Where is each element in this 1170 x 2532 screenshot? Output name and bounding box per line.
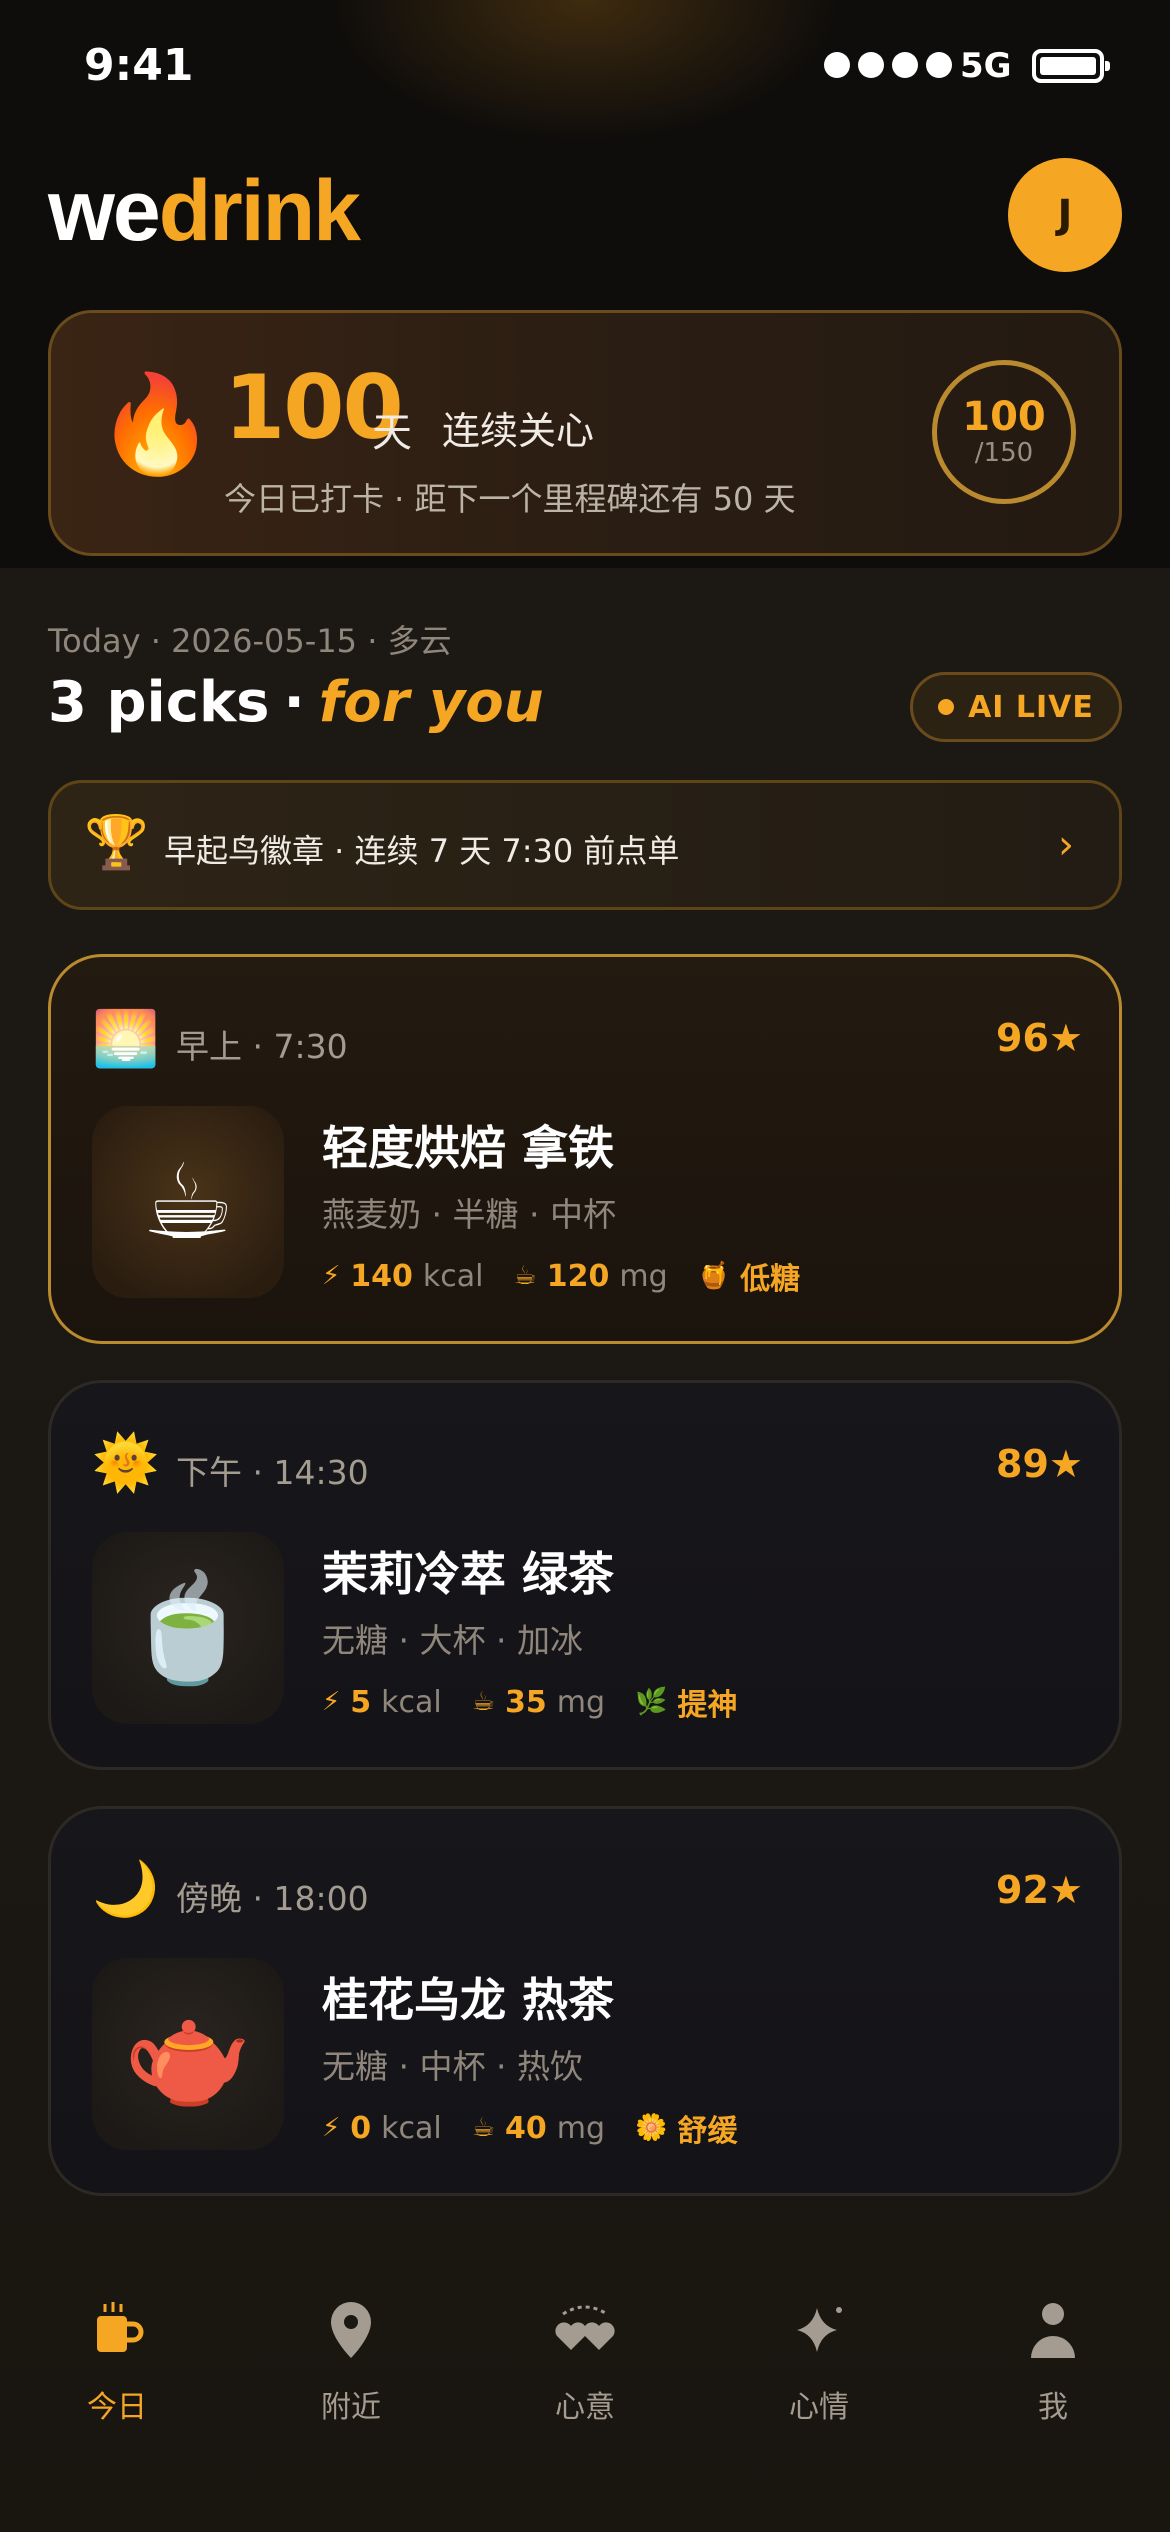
green-tea-icon: 🍵	[92, 1532, 284, 1724]
pick-time: 早上 · 7:30	[176, 1027, 348, 1066]
tab-me[interactable]: 我	[978, 2300, 1128, 2426]
sunrise-icon: 🌅	[92, 1007, 160, 1070]
tab-nearby[interactable]: 附近	[276, 2300, 426, 2426]
milestone-progress-ring: 100 /150	[932, 360, 1076, 504]
herb-icon: 🌿	[635, 1687, 668, 1717]
pick-score: 89★	[996, 1442, 1083, 1486]
pick-desc: 无糖 · 中杯 · 热饮	[322, 2047, 583, 2086]
chevron-right-icon[interactable]: ›	[1058, 822, 1074, 868]
moon-icon: 🌙	[92, 1857, 160, 1920]
tab-mood[interactable]: 心情	[744, 2300, 894, 2426]
coffee-cup-icon	[89, 2300, 145, 2364]
pick-name: 茉莉冷萃 绿茶	[322, 1547, 615, 1601]
lightning-icon: ⚡	[322, 1261, 341, 1291]
battery-icon	[1032, 49, 1110, 83]
streak-subtitle: 今日已打卡 · 距下一个里程碑还有 50 天	[224, 480, 796, 518]
sparkle-icon	[791, 2300, 847, 2364]
cup-icon: ☕	[471, 1687, 496, 1717]
picks-title: 3 picks · for you	[48, 670, 544, 735]
lightning-icon: ⚡	[322, 1687, 341, 1717]
milestone-total: /150	[974, 438, 1034, 468]
pick-stats: ⚡ 5 kcal ☕ 35 mg 🌿 提神	[322, 1684, 738, 1724]
hearts-icon	[553, 2300, 617, 2364]
teapot-icon: 🫖	[92, 1958, 284, 2150]
sun-icon: 🌞	[92, 1431, 160, 1494]
tab-today[interactable]: 今日	[42, 2300, 192, 2426]
streak-unit: 天	[372, 410, 412, 456]
pick-score: 96★	[996, 1016, 1083, 1060]
milestone-current: 100	[962, 394, 1046, 440]
pick-desc: 燕麦奶 · 半糖 · 中杯	[322, 1195, 616, 1234]
avatar[interactable]: J	[1008, 158, 1122, 272]
ai-live-badge[interactable]: AI LIVE	[910, 672, 1122, 742]
person-icon	[1027, 2300, 1079, 2364]
location-pin-icon	[327, 2300, 375, 2364]
live-dot-icon	[938, 699, 955, 715]
cup-icon: ☕	[513, 1261, 537, 1291]
pick-desc: 无糖 · 大杯 · 加冰	[322, 1621, 583, 1660]
date-weather-line: Today · 2026-05-15 · 多云	[48, 622, 452, 660]
signal-icon	[824, 52, 952, 78]
pick-stats: ⚡ 0 kcal ☕ 40 mg 🌼 舒缓	[322, 2110, 738, 2150]
streak-label: 连续关心	[442, 409, 595, 453]
honey-jar-icon: 🍯	[697, 1261, 731, 1291]
fire-icon: 🔥	[96, 368, 216, 480]
pick-name: 桂花乌龙 热茶	[322, 1973, 615, 2027]
pick-name: 轻度烘焙 拿铁	[322, 1121, 615, 1175]
pick-stats: ⚡ 140 kcal ☕ 120 mg 🍯 低糖	[322, 1258, 801, 1298]
trophy-icon: 🏆	[84, 813, 149, 873]
latte-cup-icon: ☕	[92, 1106, 284, 1298]
pick-score: 92★	[996, 1868, 1083, 1912]
app-logo: wedrink	[48, 163, 361, 259]
badge-text: 早起鸟徽章 · 连续 7 天 7:30 前点单	[164, 832, 680, 870]
flower-icon: 🌼	[635, 2113, 668, 2143]
cup-icon: ☕	[471, 2113, 496, 2143]
tab-gift[interactable]: 心意	[510, 2300, 660, 2426]
pick-time: 傍晚 · 18:00	[176, 1879, 369, 1918]
status-time: 9:41	[84, 40, 194, 91]
pick-time: 下午 · 14:30	[176, 1453, 369, 1492]
lightning-icon: ⚡	[322, 2113, 341, 2143]
network-type: 5G	[960, 46, 1012, 86]
